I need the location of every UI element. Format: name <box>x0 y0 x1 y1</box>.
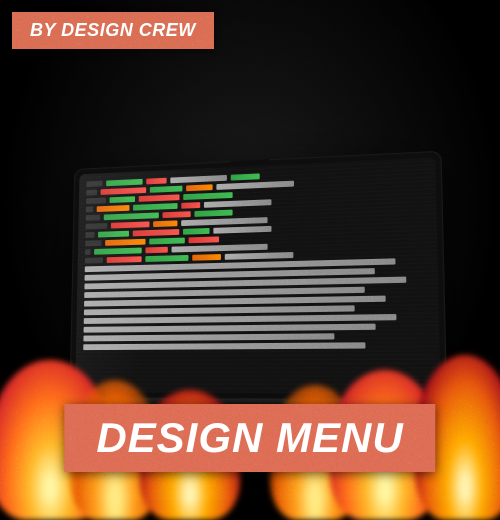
promo-scene: BY DESIGN CREW DESIGN MENU <box>0 0 500 500</box>
title-banner: DESIGN MENU <box>64 404 435 472</box>
credit-banner: BY DESIGN CREW <box>12 12 214 49</box>
